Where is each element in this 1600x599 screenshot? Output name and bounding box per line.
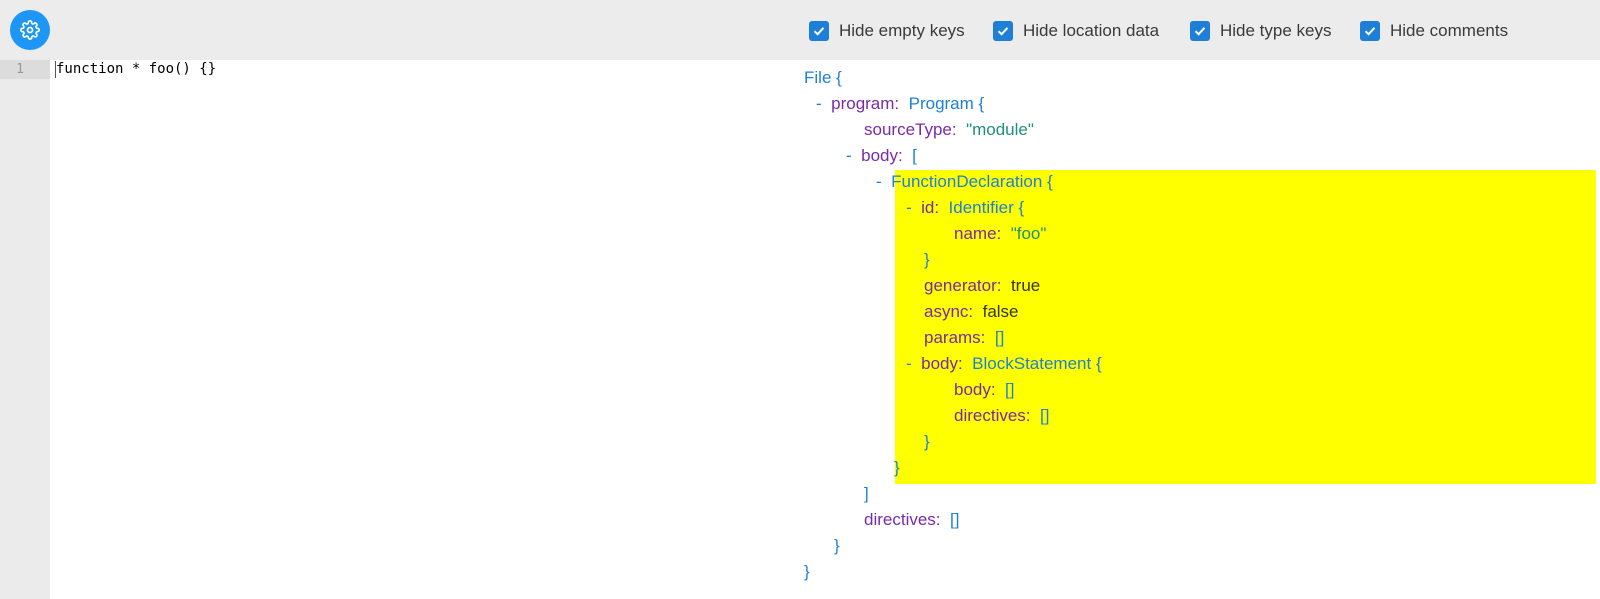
ast-close-file: } bbox=[804, 560, 810, 584]
hide-empty-keys-label: Hide empty keys bbox=[839, 21, 965, 40]
array-value: [] bbox=[1005, 380, 1015, 399]
check-icon bbox=[997, 27, 1009, 36]
hide-comments-label: Hide comments bbox=[1390, 21, 1509, 40]
property-key: name: bbox=[954, 224, 1002, 243]
ast-prop-params[interactable]: params: [] bbox=[924, 326, 1004, 350]
ast-prop-block-directives[interactable]: directives: [] bbox=[954, 404, 1049, 428]
property-key: id: bbox=[921, 198, 940, 217]
type-name: Identifier bbox=[948, 198, 1014, 217]
toolbar: Hide empty keys Hide location data Hide … bbox=[0, 0, 1600, 60]
collapse-toggle[interactable]: - bbox=[816, 94, 822, 113]
open-bracket: [ bbox=[912, 146, 917, 165]
property-key: sourceType: bbox=[864, 120, 957, 139]
boolean-value: false bbox=[982, 302, 1019, 321]
ast-node-program[interactable]: - program: Program { bbox=[816, 92, 984, 116]
property-key: params: bbox=[924, 328, 986, 347]
check-icon bbox=[813, 27, 825, 36]
check-icon bbox=[1364, 27, 1376, 36]
property-key: body: bbox=[954, 380, 996, 399]
ast-prop-async[interactable]: async: false bbox=[924, 300, 1019, 324]
string-value: "foo" bbox=[1010, 224, 1047, 243]
ast-close-program: } bbox=[834, 534, 840, 558]
property-key: program: bbox=[831, 94, 900, 113]
code-editor-line[interactable]: function * foo() {} bbox=[56, 60, 216, 79]
ast-tree: File { - program: Program { sourceType: … bbox=[0, 0, 1600, 599]
ast-close-block-statement: } bbox=[924, 430, 930, 454]
settings-button[interactable] bbox=[10, 10, 50, 50]
ast-node-function-declaration[interactable]: - FunctionDeclaration { bbox=[876, 170, 1053, 194]
option-hide-comments[interactable]: Hide comments bbox=[1360, 20, 1508, 42]
option-hide-type-keys[interactable]: Hide type keys bbox=[1190, 20, 1332, 42]
type-name: File bbox=[804, 68, 832, 87]
close-brace: } bbox=[894, 458, 900, 477]
type-name: Program bbox=[908, 94, 974, 113]
close-brace: } bbox=[924, 250, 930, 269]
collapse-toggle[interactable]: - bbox=[876, 172, 882, 191]
property-key: body: bbox=[861, 146, 903, 165]
property-key: async: bbox=[924, 302, 974, 321]
hide-type-keys-checkbox[interactable] bbox=[1190, 21, 1210, 41]
ast-close-body: ] bbox=[864, 482, 869, 506]
check-icon bbox=[1194, 27, 1206, 36]
ast-prop-name[interactable]: name: "foo" bbox=[954, 222, 1046, 246]
close-bracket: ] bbox=[864, 484, 869, 503]
array-value: [] bbox=[949, 510, 960, 529]
property-key: generator: bbox=[924, 276, 1002, 295]
open-brace: { bbox=[978, 94, 985, 113]
open-brace: { bbox=[1018, 198, 1025, 217]
hide-type-keys-label: Hide type keys bbox=[1220, 21, 1332, 40]
type-name: FunctionDeclaration bbox=[891, 172, 1043, 191]
ast-node-body[interactable]: - body: [ bbox=[846, 144, 917, 168]
ast-prop-block-body[interactable]: body: [] bbox=[954, 378, 1015, 402]
ast-prop-sourcetype[interactable]: sourceType: "module" bbox=[864, 118, 1034, 142]
type-name: BlockStatement bbox=[972, 354, 1092, 373]
property-key: directives: bbox=[864, 510, 941, 529]
open-brace: { bbox=[1047, 172, 1053, 191]
collapse-toggle[interactable]: - bbox=[846, 146, 852, 165]
array-value: [] bbox=[1039, 406, 1050, 425]
boolean-value: true bbox=[1010, 276, 1041, 295]
line-number: 1 bbox=[0, 60, 50, 79]
gear-icon bbox=[20, 20, 40, 40]
array-value: [] bbox=[994, 328, 1005, 347]
string-value: "module" bbox=[966, 120, 1034, 139]
option-hide-empty-keys[interactable]: Hide empty keys bbox=[809, 20, 965, 42]
open-brace: { bbox=[1095, 354, 1102, 373]
ast-prop-directives[interactable]: directives: [] bbox=[864, 508, 959, 532]
open-brace: { bbox=[836, 68, 842, 87]
close-brace: } bbox=[924, 432, 930, 451]
close-brace: } bbox=[834, 536, 840, 555]
ast-close-id: } bbox=[924, 248, 930, 272]
editor-gutter: 1 bbox=[0, 60, 50, 599]
hide-empty-keys-checkbox[interactable] bbox=[809, 21, 829, 41]
ast-close-function-declaration: } bbox=[894, 456, 900, 480]
ast-node-file[interactable]: File { bbox=[804, 66, 842, 90]
close-brace: } bbox=[804, 562, 810, 581]
ast-node-block-statement[interactable]: - body: BlockStatement { bbox=[906, 352, 1102, 376]
property-key: body: bbox=[921, 354, 963, 373]
option-hide-location-data[interactable]: Hide location data bbox=[993, 20, 1159, 42]
ast-node-id[interactable]: - id: Identifier { bbox=[906, 196, 1024, 220]
collapse-toggle[interactable]: - bbox=[906, 354, 912, 373]
ast-prop-generator[interactable]: generator: true bbox=[924, 274, 1040, 298]
hide-location-data-label: Hide location data bbox=[1023, 21, 1160, 40]
collapse-toggle[interactable]: - bbox=[906, 198, 912, 217]
property-key: directives: bbox=[954, 406, 1031, 425]
hide-location-data-checkbox[interactable] bbox=[993, 21, 1013, 41]
hide-comments-checkbox[interactable] bbox=[1360, 21, 1380, 41]
